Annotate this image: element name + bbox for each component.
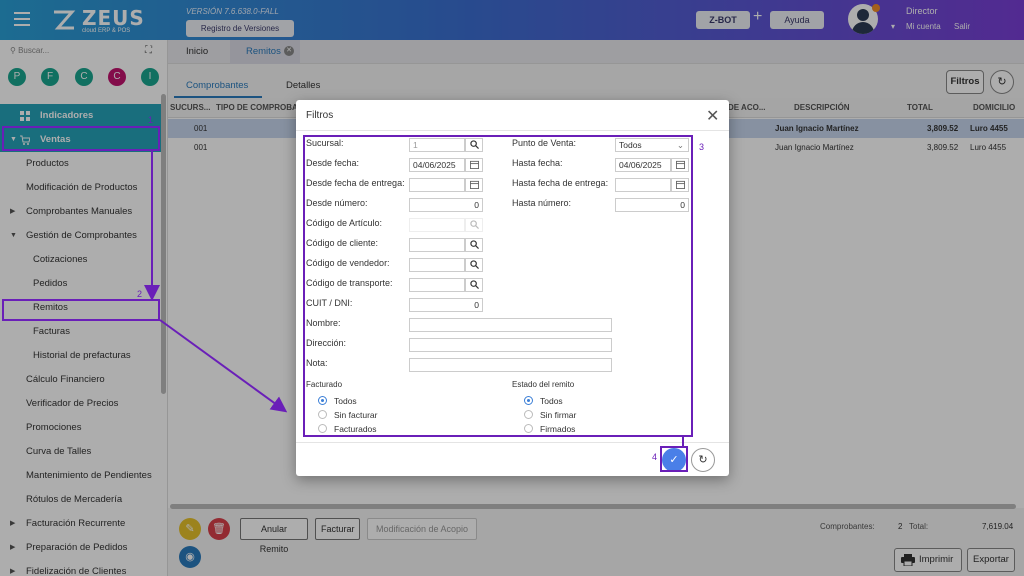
arrow-2-to-3 [159,319,288,413]
annotation-arrows [144,151,684,446]
